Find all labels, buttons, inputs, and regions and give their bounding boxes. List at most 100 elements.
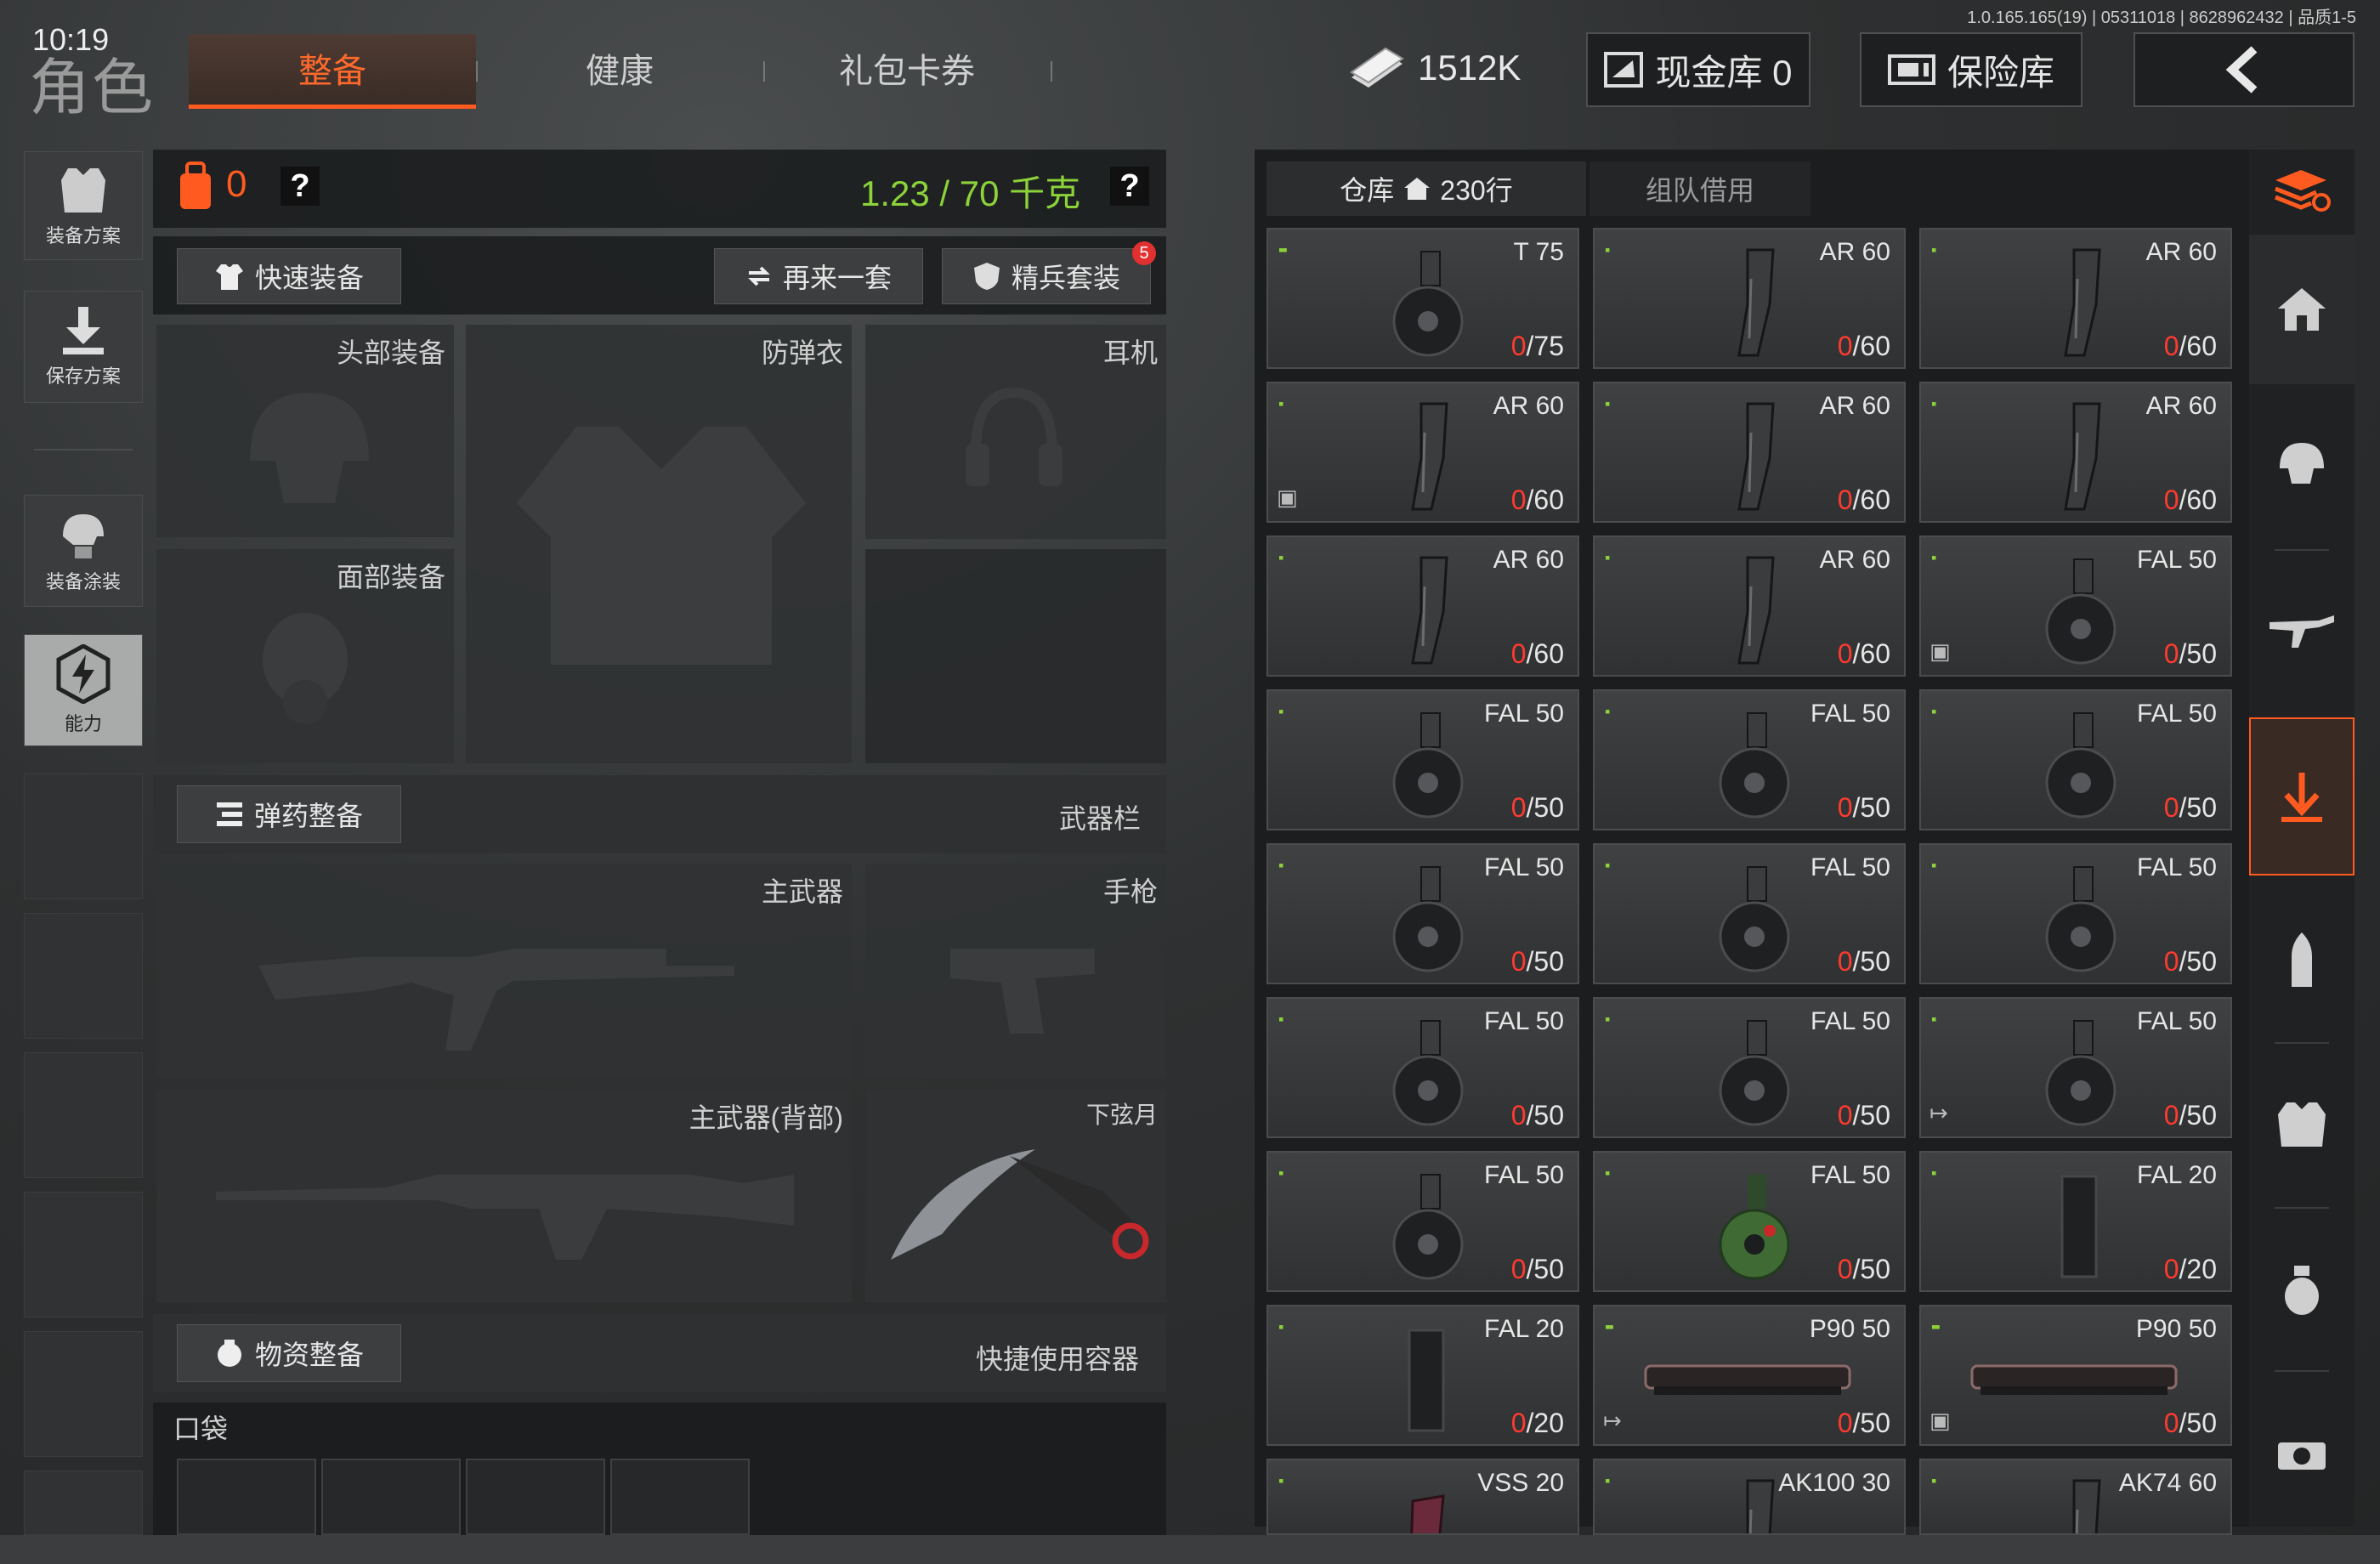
rarity-tag: ▪ [1278, 549, 1284, 566]
magazine-icon [1737, 556, 1775, 665]
inventory-item[interactable]: ▪▪ P90 50 0/50 ▣ [1919, 1305, 2232, 1446]
face-gear-slot[interactable]: 面部装备 [156, 549, 454, 763]
item-count: 0/60 [2163, 331, 2217, 361]
inventory-item[interactable]: ▪ AR 60 0/60 [1919, 228, 2232, 369]
item-name: P90 50 [1809, 1315, 1890, 1343]
supplies-equip-button[interactable]: 物资整备 [177, 1324, 401, 1382]
back-arrow-icon [2225, 46, 2258, 94]
inventory-item[interactable]: ▪ AK74 60 [1919, 1459, 2232, 1535]
rail-grenade[interactable] [2249, 1210, 2354, 1368]
weight-help-icon[interactable]: ? [1110, 167, 1149, 206]
ammo-equip-label: 弹药整备 [253, 801, 363, 831]
inventory-item[interactable]: ▪ FAL 50 0/50 [1266, 1151, 1579, 1292]
magazine-icon [2064, 248, 2101, 357]
rarity-tag: ▪ [1605, 549, 1611, 566]
inventory-item[interactable]: ▪ FAL 50 0/50 [1593, 843, 1906, 984]
body-armor-slot[interactable]: 防弹衣 [466, 325, 852, 763]
cash-vault-label: 现金库 0 [1655, 52, 1793, 93]
inventory-item[interactable]: ▪ AR 60 0/60 [1593, 228, 1906, 369]
pocket-slot[interactable] [610, 1459, 750, 1535]
pocket-label: 口袋 [173, 1414, 229, 1444]
rail-misc[interactable] [2249, 1374, 2354, 1532]
magazine-icon [1411, 556, 1448, 665]
rail-bullets[interactable] [2249, 882, 2354, 1040]
slot-label: 耳机 [1102, 337, 1158, 368]
rail-home[interactable] [2249, 235, 2354, 384]
inventory-item[interactable]: ▪ FAL 50 0/50 [1266, 997, 1579, 1138]
rail-weapons[interactable] [2249, 552, 2354, 711]
item-name: FAL 50 [2137, 700, 2217, 728]
quick-equip-button[interactable]: 快速装备 [177, 248, 401, 304]
rail-divider [2275, 1207, 2329, 1209]
inventory-item[interactable]: ▪ FAL 50 0/50 ↦ [1919, 997, 2232, 1138]
inventory-item[interactable]: ▪ AR 60 0/60 [1593, 382, 1906, 523]
inventory-item[interactable]: ▪ FAL 50 0/50 [1593, 689, 1906, 830]
rail-helmet[interactable] [2249, 384, 2354, 542]
inventory-item[interactable]: ▪ FAL 20 0/20 [1919, 1151, 2232, 1292]
inventory-item[interactable]: ▪▪ T 75 0/75 [1266, 228, 1579, 369]
inventory-item[interactable]: ▪▪ P90 50 0/50 ↦ [1593, 1305, 1906, 1446]
pocket-slot[interactable] [321, 1459, 461, 1535]
inventory-item[interactable]: ▪ FAL 50 0/50 [1593, 997, 1906, 1138]
tab-team-borrow[interactable]: 组队借用 [1590, 162, 1810, 216]
ammo-equip-button[interactable]: 弹药整备 [177, 785, 401, 843]
sidebar-equip-plan[interactable]: 装备方案 [24, 151, 143, 260]
tab-gift-coupons[interactable]: 礼包卡券 [763, 34, 1051, 109]
rarity-tag: ▪ [1278, 1011, 1284, 1028]
headset-slot[interactable]: 耳机 [865, 325, 1166, 539]
karambit-knife-icon [891, 1149, 1149, 1260]
item-name: AR 60 [1819, 392, 1890, 420]
item-status-icon: ↦ [1930, 1100, 1948, 1125]
sidebar-ability[interactable]: 能力 [24, 634, 143, 746]
pocket-slot[interactable] [177, 1459, 316, 1535]
rail-sort-button[interactable] [2249, 150, 2354, 231]
back-button[interactable] [2134, 32, 2354, 107]
drum-magazine-icon [1719, 866, 1790, 972]
elite-set-button[interactable]: 精兵套装 [942, 248, 1151, 304]
camera-icon [2278, 1442, 2326, 1470]
rarity-tag: ▪ [1278, 1164, 1284, 1182]
rail-ammo[interactable] [2249, 717, 2354, 876]
inventory-item[interactable]: ▪ FAL 50 0/50 [1593, 1151, 1906, 1292]
item-count: 0/60 [1510, 484, 1564, 515]
inventory-item[interactable]: ▪ FAL 50 0/50 ▣ [1919, 536, 2232, 677]
inventory-item[interactable]: ▪ AK100 30 [1593, 1459, 1906, 1535]
insurance-vault-button[interactable]: 保险库 [1860, 32, 2082, 107]
tab-equip[interactable]: 整备 [189, 34, 476, 109]
equip-again-button[interactable]: 再来一套 [714, 248, 923, 304]
sidebar-empty-slot [24, 913, 143, 1039]
inventory-item[interactable]: ▪ FAL 50 0/50 [1919, 689, 2232, 830]
sidebar-empty-slot [24, 1470, 143, 1535]
rail-vest[interactable] [2249, 1046, 2354, 1204]
safe-icon [1887, 54, 1935, 85]
pistol-slot[interactable]: 手枪 [865, 864, 1166, 1078]
back-weapon-slot[interactable]: 主武器(背部) [156, 1090, 852, 1302]
inventory-item[interactable]: ▪ AR 60 0/60 ▣ [1266, 382, 1579, 523]
cash-vault-button[interactable]: 现金库 0 [1586, 32, 1810, 107]
ability-icon [56, 644, 110, 704]
melee-slot[interactable]: 下弦月 [865, 1090, 1166, 1302]
quick-container-label: 快捷使用容器 [976, 1344, 1140, 1374]
inventory-item[interactable]: ▪ VSS 20 [1266, 1459, 1579, 1535]
inventory-item[interactable]: ▪ AR 60 0/60 [1266, 536, 1579, 677]
inventory-item[interactable]: ▪ FAL 50 0/50 [1266, 843, 1579, 984]
help-icon[interactable]: ? [280, 167, 320, 206]
inventory-item[interactable]: ▪ AR 60 0/60 [1593, 536, 1906, 677]
gas-mask-silhouette-icon [263, 613, 348, 724]
primary-weapon-slot[interactable]: 主武器 [156, 864, 852, 1078]
pocket-slot[interactable] [466, 1459, 605, 1535]
tab-health[interactable]: 健康 [476, 34, 763, 109]
inventory-item[interactable]: ▪ FAL 50 0/50 [1266, 689, 1579, 830]
inventory-item[interactable]: ▪ FAL 20 0/20 [1266, 1305, 1579, 1446]
slot-label: 下弦月 [1085, 1102, 1158, 1128]
rail-divider [2275, 549, 2329, 551]
slot-label: 手枪 [1102, 876, 1158, 907]
tab-storage[interactable]: 仓库 230行 [1266, 162, 1586, 216]
rarity-tag: ▪ [1931, 241, 1937, 258]
inventory-item[interactable]: ▪ AR 60 0/60 [1919, 382, 2232, 523]
item-count: 0/50 [1837, 1254, 1890, 1284]
sidebar-equip-paint[interactable]: 装备涂装 [24, 495, 143, 607]
inventory-item[interactable]: ▪ FAL 50 0/50 [1919, 843, 2232, 984]
sidebar-save-plan[interactable]: 保存方案 [24, 291, 143, 403]
head-gear-slot[interactable]: 头部装备 [156, 325, 454, 537]
